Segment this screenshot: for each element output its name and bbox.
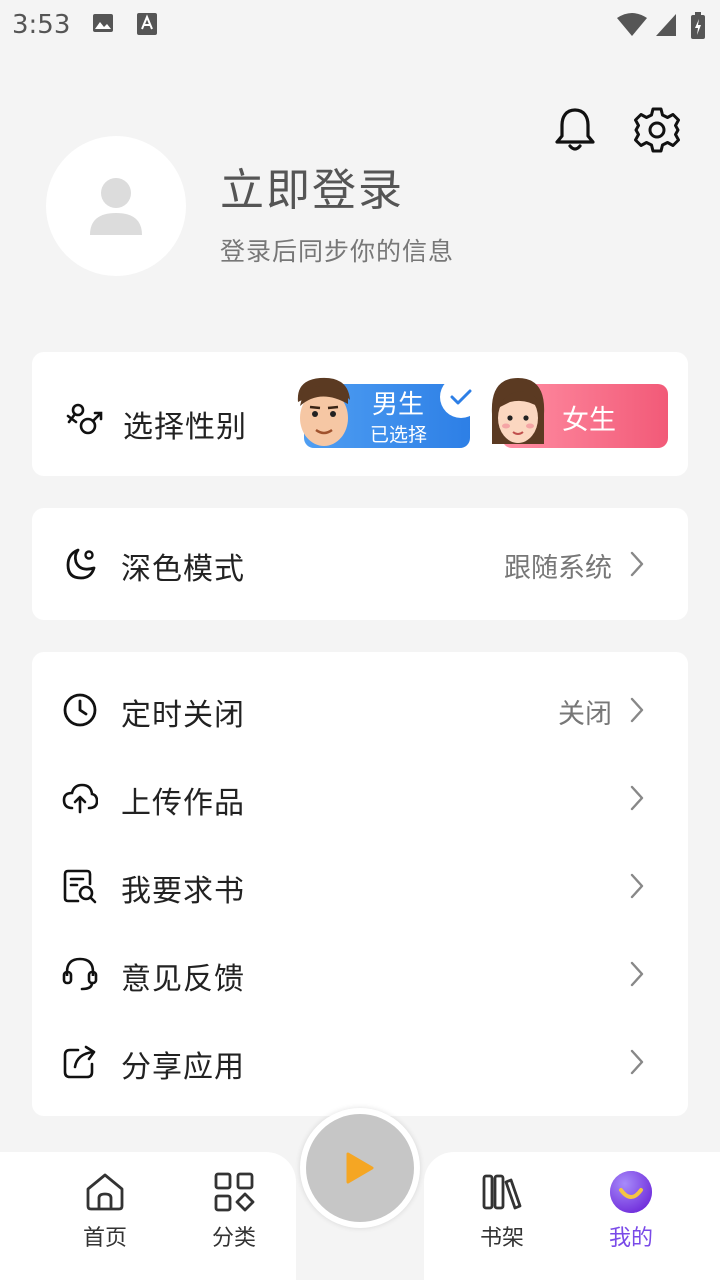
gender-label: 选择性别 [123, 410, 247, 445]
menu-label: 意见反馈 [121, 962, 245, 997]
avatar[interactable] [46, 136, 186, 276]
menu-row-feedback[interactable]: 意见反馈 [32, 930, 688, 1018]
menu-row-upload[interactable]: 上传作品 [32, 754, 688, 842]
menu-value: 关闭 [558, 699, 612, 730]
chevron-right-icon [630, 697, 644, 723]
category-icon [214, 1172, 255, 1212]
headset-icon [62, 957, 98, 991]
dark-mode-row[interactable]: 深色模式 跟随系统 [32, 520, 688, 608]
battery-charging-icon [691, 12, 705, 39]
nav-item-bookshelf[interactable]: 书架 [452, 1170, 552, 1270]
gender-card: 选择性别 男生 已选择 女生 [32, 352, 688, 476]
chevron-right-icon [630, 961, 644, 987]
status-bar: 3:53 [0, 0, 720, 50]
male-label: 男生 [372, 390, 425, 420]
dark-mode-label: 深色模式 [121, 552, 245, 587]
clock-icon [63, 693, 97, 727]
nav-label: 书架 [479, 1226, 524, 1251]
status-time: 3:53 [12, 10, 71, 40]
dark-mode-card: 深色模式 跟随系统 [32, 508, 688, 620]
bell-icon[interactable] [551, 106, 599, 154]
signal-icon [656, 14, 676, 36]
moon-icon [66, 548, 96, 580]
settings-card: 定时关闭 关闭 上传作品 我要求书 意见反馈 分享应用 [32, 652, 688, 1116]
image-icon [93, 14, 113, 32]
menu-label: 分享应用 [121, 1050, 245, 1085]
female-avatar-icon [491, 378, 545, 444]
menu-label: 定时关闭 [121, 698, 245, 733]
nav-item-home[interactable]: 首页 [55, 1170, 155, 1270]
play-icon [346, 1152, 374, 1184]
nav-item-mine[interactable]: 我的 [581, 1170, 681, 1270]
dark-mode-value: 跟随系统 [504, 553, 612, 584]
nav-item-category[interactable]: 分类 [184, 1170, 284, 1270]
menu-label: 我要求书 [121, 874, 245, 909]
play-button-inner [306, 1114, 414, 1222]
cloud-upload-icon [62, 783, 98, 814]
nav-label: 我的 [608, 1226, 653, 1251]
gear-icon[interactable] [633, 106, 681, 154]
user-placeholder-icon [90, 178, 142, 235]
login-subtitle: 登录后同步你的信息 [220, 237, 455, 266]
book-search-icon [63, 869, 97, 904]
profile-smile-icon [610, 1171, 652, 1213]
menu-row-timer[interactable]: 定时关闭 关闭 [32, 666, 688, 754]
chevron-right-icon [630, 873, 644, 899]
menu-row-share[interactable]: 分享应用 [32, 1018, 688, 1106]
nav-label: 首页 [82, 1226, 127, 1251]
male-selected-label: 已选择 [370, 424, 428, 446]
selected-check-badge [440, 376, 482, 418]
chevron-right-icon [630, 551, 644, 577]
chevron-right-icon [630, 1049, 644, 1075]
menu-row-request-book[interactable]: 我要求书 [32, 842, 688, 930]
text-recognition-icon [137, 13, 157, 35]
play-button[interactable] [300, 1108, 420, 1228]
female-label: 女生 [562, 405, 616, 436]
gender-icon [66, 403, 103, 435]
home-icon [86, 1173, 124, 1211]
chevron-right-icon [630, 785, 644, 811]
checkmark-icon [450, 389, 472, 405]
wifi-icon [617, 13, 647, 36]
menu-label: 上传作品 [121, 786, 245, 821]
nav-label: 分类 [211, 1226, 256, 1251]
bookshelf-icon [482, 1174, 522, 1210]
share-icon [63, 1045, 96, 1079]
male-avatar-icon [297, 377, 350, 446]
login-title[interactable]: 立即登录 [220, 154, 404, 218]
